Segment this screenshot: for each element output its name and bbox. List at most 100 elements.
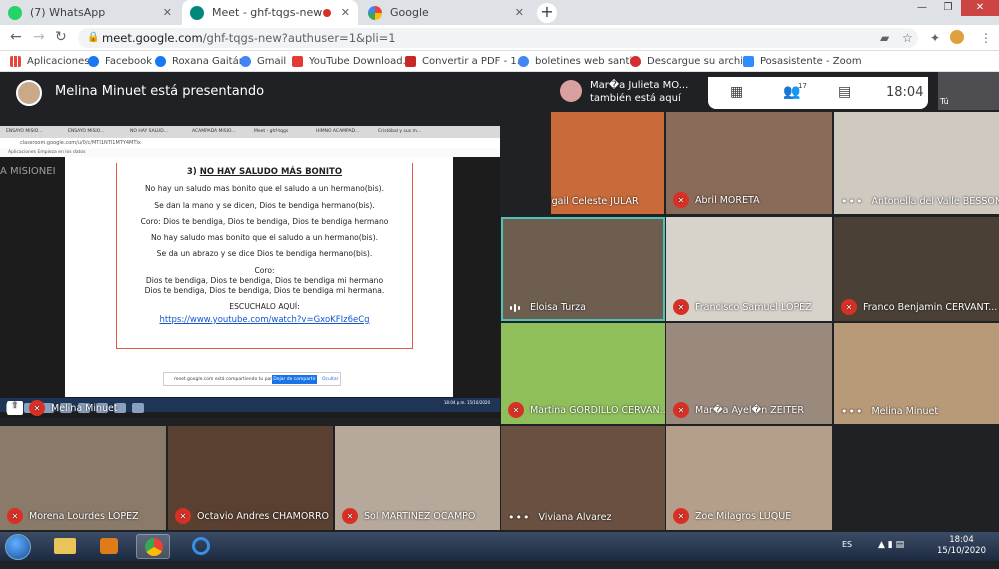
presenter-bar: Melina Minuet está presentando (0, 72, 500, 112)
mic-off-icon: ✕ (673, 402, 689, 418)
participant-tile[interactable]: ✕ Martina GORDILLO CERVAN... (501, 323, 665, 424)
participant-tile[interactable]: ✕ Francisco Samuel LOPEZ (666, 217, 832, 321)
ie-glyph (192, 537, 210, 555)
participant-name: Francisco Samuel LOPEZ (695, 301, 812, 313)
media-player-icon[interactable] (92, 534, 126, 559)
facebook-icon (155, 55, 166, 67)
bookmark-boletines[interactable]: boletines web santi... (518, 55, 642, 67)
chat-icon[interactable]: ▤ (838, 84, 851, 100)
more-dots-icon: ••• (841, 195, 864, 208)
mic-off-icon: ✕ (508, 402, 524, 418)
youtube-link[interactable]: https://www.youtube.com/watch?v=GxoKFIz6… (117, 315, 412, 326)
window-controls: — ❐ ✕ (909, 0, 999, 16)
close-tab-icon[interactable]: ✕ (163, 6, 172, 19)
lock-icon: 🔒 (87, 32, 100, 43)
more-dots-icon: ••• (841, 405, 864, 418)
clock-time: 18:04 (949, 535, 974, 545)
apps-grid-icon (10, 55, 21, 67)
bookmark-convertir-pdf[interactable]: Convertir a PDF - 1... (405, 55, 526, 67)
block-icon (630, 55, 641, 67)
mic-off-icon: ✕ (673, 192, 689, 208)
window-close-icon[interactable]: ✕ (961, 0, 999, 16)
url-bar[interactable]: 🔒 meet.google.com/ghf-tqgs-new?authuser=… (78, 28, 918, 48)
also-here-text: también está aquí (590, 93, 681, 104)
internet-explorer-icon[interactable] (184, 534, 218, 559)
bookmark-gmail[interactable]: Gmail (240, 55, 286, 67)
mic-off-icon: ✕ (29, 400, 45, 416)
stop-sharing-button[interactable]: Dejar de compartir (272, 375, 317, 384)
tab-meet[interactable]: Meet - ghf-tqgs-new ✕ (182, 0, 358, 25)
meet-stage: Melina Minuet está presentando ENSAYO MI… (0, 72, 999, 532)
speaking-icon (510, 303, 522, 312)
maximize-icon[interactable]: ❐ (935, 0, 961, 16)
mic-off-icon: ✕ (673, 508, 689, 524)
grid-layout-icon[interactable]: ▦ (730, 84, 743, 100)
bookmark-star-icon[interactable]: ☆ (902, 31, 913, 45)
back-icon[interactable]: ← (10, 29, 22, 45)
tray-icons[interactable]: ▲ ▮ ▤ (878, 540, 904, 569)
meet-icon (190, 5, 204, 20)
hide-button[interactable]: Ocultar (322, 375, 339, 384)
url-host: meet.google.com (102, 31, 203, 45)
participant-tile[interactable]: ✕ Sol MARTINEZ OCAMPO (335, 426, 500, 530)
participant-tile-active-speaker[interactable]: Eloisa Turza (501, 217, 665, 321)
file-explorer-icon[interactable] (48, 534, 82, 559)
participant-tile[interactable]: ✕ Abril MORETA (666, 112, 832, 214)
menu-icon[interactable]: ⋮ (980, 31, 992, 45)
new-tab-button[interactable]: + (537, 3, 557, 23)
tab-whatsapp[interactable]: (7) WhatsApp ✕ (0, 0, 180, 25)
participant-name-row: ••• Melina Minuet (841, 405, 938, 418)
shared-screen[interactable]: ENSAYO MISIO... ENSAYO MISIO... NO HAY SAL… (0, 126, 500, 418)
participant-tile[interactable]: ✕ Octavio Andres CHAMORRO (168, 426, 333, 530)
extensions-icon[interactable]: ✦ (930, 31, 940, 45)
participant-tile[interactable]: ✕ Franco Benjamin CERVANT... (834, 217, 999, 321)
bookmark-roxana[interactable]: Roxana Gaitán (155, 55, 245, 67)
start-button[interactable] (5, 534, 31, 560)
tab-label: (7) WhatsApp (30, 6, 106, 19)
participant-tile[interactable]: ✕ Zoe Milagros LUQUE (666, 426, 832, 530)
participant-tile[interactable]: ✕ Morena Lourdes LOPEZ (0, 426, 166, 530)
participant-tile[interactable]: ••• Melina Minuet (834, 323, 999, 424)
self-view[interactable]: Tú (938, 72, 999, 110)
pdf-icon (405, 55, 416, 67)
mic-off-icon: ✕ (7, 508, 23, 524)
bookmark-youtube-download[interactable]: YouTube Download... (292, 55, 412, 67)
reload-icon[interactable]: ↻ (55, 29, 67, 45)
minimize-icon[interactable]: — (909, 0, 935, 16)
participant-tile[interactable]: ✕ Mar�a Ayel�n ZEITER (666, 323, 832, 424)
participant-tile[interactable]: ••• Viviana Alvarez (501, 426, 665, 530)
bookmark-facebook[interactable]: Facebook (88, 55, 152, 67)
participant-name: Zoe Milagros LUQUE (695, 510, 792, 522)
coro-label: Coro: (254, 265, 275, 275)
bookmark-descargue[interactable]: Descargue su archi... (630, 55, 753, 67)
participant-tile-presenter[interactable]: ⇧ ✕ Melina Minuet (0, 398, 500, 420)
participant-name: Abigail Celeste JULAR (551, 196, 639, 207)
language-indicator[interactable]: ES (842, 540, 852, 569)
close-tab-icon[interactable]: ✕ (515, 6, 524, 19)
media-glyph (100, 538, 118, 554)
mic-off-icon: ✕ (673, 299, 689, 315)
address-toolbar: ← → ↻ 🔒 meet.google.com/ghf-tqgs-new?aut… (0, 25, 999, 51)
bookmark-posasistente[interactable]: Posasistente - Zoom (743, 55, 862, 67)
participant-tile[interactable]: •••Abigail Celeste JULAR (551, 112, 664, 214)
participant-name-row: •••Abigail Celeste JULAR (551, 195, 639, 208)
tab-google[interactable]: Google ✕ (360, 0, 532, 25)
lyric-line: No hay saludo mas bonito que el saludo a… (150, 233, 378, 243)
camera-icon[interactable]: ▰ (880, 31, 889, 45)
system-clock[interactable]: 18:04 15/10/2020 (937, 535, 986, 557)
participant-name: Mar�a Ayel�n ZEITER (695, 404, 804, 416)
participant-tile[interactable]: ••• Antonella del Valle BESSONE (834, 112, 999, 214)
participant-name-row: ✕ Morena Lourdes LOPEZ (7, 508, 139, 524)
participant-name-row: ✕ Abril MORETA (673, 192, 760, 208)
close-tab-icon[interactable]: ✕ (341, 6, 350, 19)
forward-icon[interactable]: → (33, 29, 45, 45)
chrome-icon[interactable] (136, 534, 170, 559)
profile-avatar[interactable] (950, 30, 964, 44)
lyric-line: Se da un abrazo y se dice Dios te bendig… (156, 249, 373, 259)
participant-name-row: ✕ Francisco Samuel LOPEZ (673, 299, 812, 315)
bookmark-aplicaciones[interactable]: Aplicaciones (10, 55, 89, 67)
lyric-line: No hay un saludo mas bonito que el salud… (144, 184, 385, 194)
tab-label: Google (390, 6, 429, 19)
participant-name: Franco Benjamin CERVANT... (863, 301, 998, 313)
sharing-banner: meet.google.com está compartiendo tu pan… (163, 372, 341, 386)
